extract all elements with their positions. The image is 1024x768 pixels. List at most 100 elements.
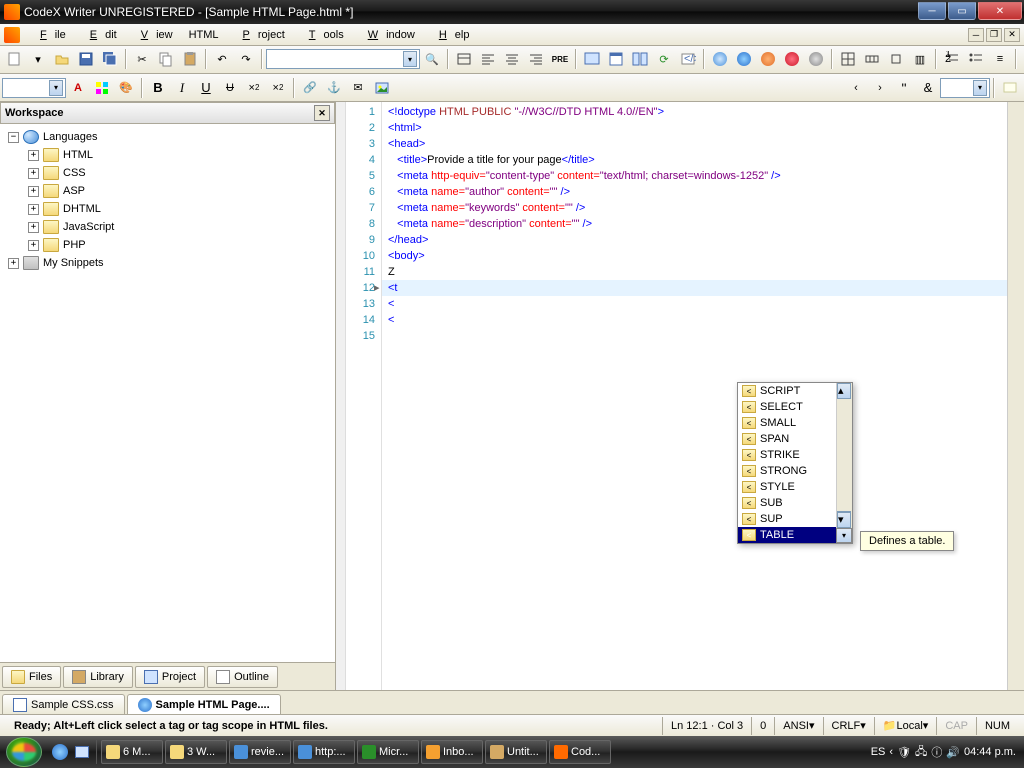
tray-info-icon[interactable]: ⓘ [931, 744, 942, 760]
mdi-restore-button[interactable]: ❐ [986, 28, 1002, 42]
palette-button[interactable]: 🎨 [115, 77, 137, 99]
ac-item-strike[interactable]: <STRIKE [738, 447, 852, 463]
ac-item-select[interactable]: <SELECT [738, 399, 852, 415]
menu-view[interactable]: View [125, 27, 181, 43]
task-item[interactable]: 6 M... [101, 740, 163, 764]
ac-item-script[interactable]: <SCRIPT [738, 383, 852, 399]
list-num-button[interactable]: 12 [941, 48, 963, 70]
task-item[interactable]: revie... [229, 740, 291, 764]
font-button[interactable]: A [67, 77, 89, 99]
save-button[interactable] [75, 48, 97, 70]
ql-desktop-icon[interactable] [72, 740, 92, 764]
workspace-close-button[interactable]: ✕ [314, 105, 330, 121]
list-item-button[interactable]: ≡ [989, 48, 1011, 70]
menu-file[interactable]: File [24, 27, 74, 43]
opera-browser-button[interactable] [781, 48, 803, 70]
firefox-browser-button[interactable] [757, 48, 779, 70]
minimize-button[interactable]: ─ [918, 2, 946, 20]
ac-item-span[interactable]: <SPAN [738, 431, 852, 447]
menu-edit[interactable]: Edit [74, 27, 125, 43]
ac-item-small[interactable]: <SMALL [738, 415, 852, 431]
nav-back-button[interactable]: ‹ [845, 77, 867, 99]
autocomplete-dropdown-icon[interactable]: ▾ [836, 528, 852, 543]
tool-t1-button[interactable] [453, 48, 475, 70]
doc-tab-html[interactable]: Sample HTML Page.... [127, 694, 281, 714]
tray-volume-icon[interactable]: 🔊 [946, 746, 960, 759]
table-button[interactable] [837, 48, 859, 70]
split-button[interactable] [629, 48, 651, 70]
align-right-button[interactable] [525, 48, 547, 70]
quote-button[interactable]: " [893, 77, 915, 99]
link-button[interactable]: 🔗 [299, 77, 321, 99]
code-content[interactable]: <!doctype HTML PUBLIC "-//W3C//DTD HTML … [382, 102, 1007, 690]
close-button[interactable]: ✕ [978, 2, 1022, 20]
preview-button[interactable] [581, 48, 603, 70]
strike-button[interactable]: U [219, 77, 241, 99]
bold-button[interactable]: B [147, 77, 169, 99]
ac-item-sub[interactable]: <SUB [738, 495, 852, 511]
table-row-button[interactable] [861, 48, 883, 70]
mdi-close-button[interactable]: ✕ [1004, 28, 1020, 42]
task-item[interactable]: Untit... [485, 740, 547, 764]
amp-button[interactable]: & [917, 77, 939, 99]
mailto-button[interactable]: ✉ [347, 77, 369, 99]
redo-button[interactable]: ↷ [235, 48, 257, 70]
tree-item-css[interactable]: +CSS [4, 164, 331, 182]
open-button[interactable] [51, 48, 73, 70]
save-all-button[interactable] [99, 48, 121, 70]
cut-button[interactable]: ✂ [131, 48, 153, 70]
italic-button[interactable]: I [171, 77, 193, 99]
autocomplete-popup[interactable]: <SCRIPT<SELECT<SMALL<SPAN<STRIKE<STRONG <… [737, 382, 853, 544]
view-code-button[interactable]: </> [677, 48, 699, 70]
tree-item-javascript[interactable]: +JavaScript [4, 218, 331, 236]
editor-scrollbar[interactable] [1007, 102, 1024, 690]
code-editor[interactable]: 123456789101112131415 <!doctype HTML PUB… [336, 102, 1024, 690]
list-bullet-button[interactable] [965, 48, 987, 70]
menu-project[interactable]: Project [227, 27, 293, 43]
window-button[interactable] [605, 48, 627, 70]
globe-icon[interactable] [709, 48, 731, 70]
comment-button[interactable] [999, 77, 1021, 99]
task-item[interactable]: Micr... [357, 740, 419, 764]
task-item[interactable]: 3 W... [165, 740, 227, 764]
tree-item-dhtml[interactable]: +DHTML [4, 200, 331, 218]
tree-item-asp[interactable]: +ASP [4, 182, 331, 200]
autocomplete-scrollbar[interactable]: ▴ ▾ [836, 383, 852, 543]
copy-button[interactable] [155, 48, 177, 70]
align-left-button[interactable] [477, 48, 499, 70]
new-dropdown-button[interactable]: ▾ [27, 48, 49, 70]
status-encoding[interactable]: ANSI ▾ [774, 717, 822, 735]
menu-html[interactable]: HTML [181, 27, 227, 43]
tree-languages[interactable]: −Languages [4, 128, 331, 146]
ac-item-sup[interactable]: <SUP [738, 511, 852, 527]
ws-tab-outline[interactable]: Outline [207, 666, 278, 688]
find-button[interactable]: 🔍 [421, 48, 443, 70]
tree-item-html[interactable]: +HTML [4, 146, 331, 164]
ac-item-table[interactable]: <TABLE [738, 527, 852, 543]
table-split-button[interactable]: ▥ [909, 48, 931, 70]
status-mode[interactable]: 📁 Local ▾ [874, 717, 937, 735]
anchor-button[interactable]: ⚓ [323, 77, 345, 99]
paste-button[interactable] [179, 48, 201, 70]
ws-tab-library[interactable]: Library [63, 666, 133, 688]
ac-item-strong[interactable]: <STRONG [738, 463, 852, 479]
undo-button[interactable]: ↶ [211, 48, 233, 70]
nav-fwd-button[interactable]: › [869, 77, 891, 99]
color-button[interactable] [91, 77, 113, 99]
menu-tools[interactable]: Tools [293, 27, 352, 43]
tray-network-icon[interactable]: 🖧 [915, 743, 927, 762]
doc-tab-css[interactable]: Sample CSS.css [2, 694, 125, 714]
start-button[interactable] [6, 737, 42, 767]
task-item[interactable]: Inbo... [421, 740, 483, 764]
new-file-button[interactable] [3, 48, 25, 70]
subscript-button[interactable]: ×2 [267, 77, 289, 99]
pre-button[interactable]: PRE [549, 48, 571, 70]
font-size-combo[interactable]: ▾ [2, 78, 66, 98]
task-item[interactable]: http:... [293, 740, 355, 764]
ws-tab-project[interactable]: Project [135, 666, 205, 688]
maximize-button[interactable]: ▭ [948, 2, 976, 20]
tray-lang[interactable]: ES [871, 746, 886, 758]
menu-help[interactable]: Help [423, 27, 478, 43]
entity-combo[interactable]: ▾ [940, 78, 990, 98]
tray-clock[interactable]: 04:44 p.m. [964, 746, 1016, 758]
